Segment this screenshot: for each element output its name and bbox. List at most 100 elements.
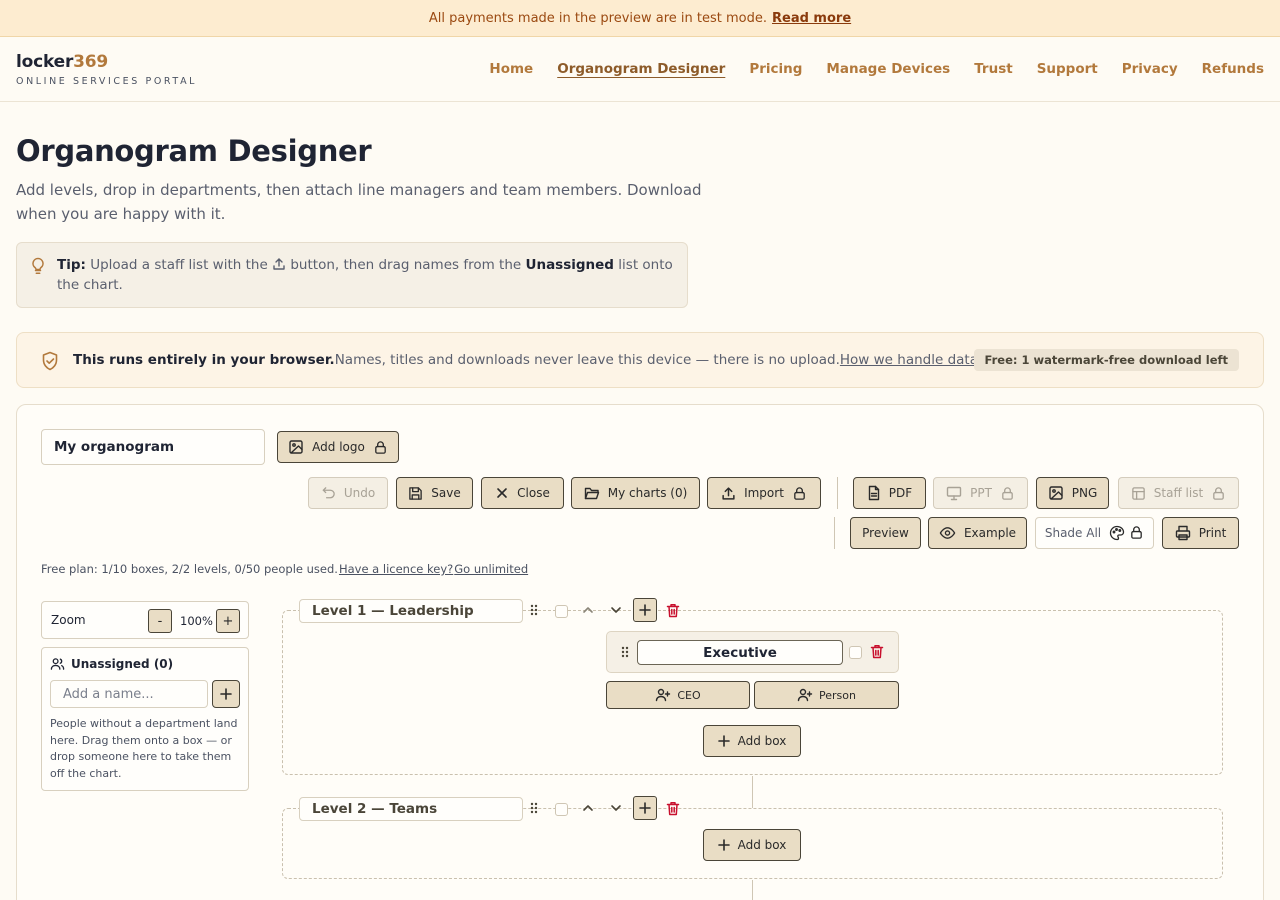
add-logo-label: Add logo	[312, 440, 365, 454]
tip-text-1: Upload a staff list with the	[90, 257, 268, 273]
go-unlimited-link[interactable]: Go unlimited	[454, 562, 528, 576]
drag-handle-icon[interactable]	[529, 603, 539, 617]
nav-pricing[interactable]: Pricing	[749, 61, 802, 77]
add-ceo-button[interactable]: CEO	[606, 681, 750, 709]
banner-text: All payments made in the preview are in …	[428, 10, 767, 26]
main-nav: Home Organogram Designer Pricing Manage …	[489, 61, 1264, 77]
chart-name-input[interactable]	[41, 429, 265, 465]
zoom-out-button[interactable]: -	[148, 609, 172, 633]
nav-trust[interactable]: Trust	[974, 61, 1012, 77]
shade-all-button[interactable]: Shade All	[1035, 517, 1154, 549]
user-plus-icon	[655, 688, 671, 702]
staff-list-button[interactable]: Staff list	[1118, 477, 1239, 509]
add-person-button[interactable]: Person	[754, 681, 899, 709]
department-box[interactable]: Executive	[606, 631, 899, 673]
site-logo[interactable]: locker369 ONLINE SERVICES PORTAL	[16, 52, 197, 87]
close-button[interactable]: Close	[481, 477, 564, 509]
designer-card: Add logo Undo Save Close My charts (0) I…	[16, 404, 1264, 900]
box-select-checkbox[interactable]	[849, 646, 862, 659]
import-button[interactable]: Import	[707, 477, 821, 509]
folder-icon	[584, 486, 600, 501]
nav-privacy[interactable]: Privacy	[1122, 61, 1178, 77]
level-select-checkbox[interactable]	[555, 605, 568, 618]
drag-handle-icon[interactable]	[620, 645, 630, 659]
add-box-label: Add box	[737, 838, 787, 852]
users-icon	[50, 657, 65, 671]
tip-label: Tip:	[57, 257, 86, 273]
privacy-body: Names, titles and downloads never leave …	[334, 352, 840, 368]
pdf-button[interactable]: PDF	[853, 477, 926, 509]
licence-key-link[interactable]: Have a licence key?	[339, 562, 453, 576]
page-title: Organogram Designer	[16, 134, 372, 168]
nav-support[interactable]: Support	[1037, 61, 1098, 77]
privacy-notice: This runs entirely in your browser.Names…	[16, 332, 1264, 388]
unassigned-panel[interactable]: Unassigned (0) People without a departme…	[41, 647, 249, 791]
my-charts-button[interactable]: My charts (0)	[571, 477, 700, 509]
add-name-input[interactable]	[50, 680, 208, 708]
zoom-label: Zoom	[51, 613, 86, 627]
free-download-badge: Free: 1 watermark-free download left	[973, 349, 1239, 371]
example-label: Example	[963, 526, 1017, 540]
chevron-up-icon[interactable]	[581, 603, 595, 617]
lock-icon	[1211, 486, 1226, 501]
add-level-button[interactable]	[633, 598, 657, 622]
undo-label: Undo	[343, 486, 376, 500]
add-level-button[interactable]	[633, 796, 657, 820]
trash-icon[interactable]	[870, 644, 884, 659]
add-box-button[interactable]: Add box	[703, 725, 801, 757]
table-icon	[1131, 486, 1146, 501]
toolbar-divider	[837, 477, 838, 509]
tip-unassigned: Unassigned	[525, 257, 614, 273]
lock-icon	[1000, 486, 1015, 501]
add-name-button[interactable]	[212, 680, 240, 708]
png-button[interactable]: PNG	[1036, 477, 1109, 509]
zoom-in-button[interactable]: +	[216, 609, 240, 633]
logo-accent-text: 369	[73, 52, 109, 72]
presentation-icon	[946, 486, 962, 501]
trash-icon[interactable]	[666, 603, 680, 618]
printer-icon	[1175, 525, 1191, 541]
plan-usage: Free plan: 1/10 boxes, 2/2 levels, 0/50 …	[41, 562, 528, 576]
drag-handle-icon[interactable]	[529, 801, 539, 815]
add-logo-button[interactable]: Add logo	[277, 431, 399, 463]
save-icon	[408, 486, 423, 501]
document-icon	[867, 485, 881, 501]
plan-usage-text: Free plan: 1/10 boxes, 2/2 levels, 0/50 …	[41, 562, 338, 576]
level-name-field[interactable]: Level 1 — Leadership	[299, 599, 523, 623]
chevron-up-icon[interactable]	[581, 801, 595, 815]
level-select-checkbox[interactable]	[555, 803, 568, 816]
save-button[interactable]: Save	[396, 477, 473, 509]
chevron-down-icon[interactable]	[609, 603, 623, 617]
ceo-label: CEO	[677, 688, 701, 702]
preview-button[interactable]: Preview	[850, 517, 921, 549]
print-label: Print	[1198, 526, 1227, 540]
level-connector	[752, 880, 753, 900]
save-label: Save	[431, 486, 461, 500]
trash-icon[interactable]	[666, 801, 680, 816]
print-button[interactable]: Print	[1162, 517, 1239, 549]
read-more-link[interactable]: Read more	[772, 11, 851, 26]
nav-refunds[interactable]: Refunds	[1202, 61, 1264, 77]
tip-text-2: button, then drag names from the	[290, 257, 522, 273]
ppt-label: PPT	[970, 486, 992, 500]
unassigned-title: Unassigned (0)	[71, 657, 174, 671]
undo-button[interactable]: Undo	[308, 477, 388, 509]
chevron-down-icon[interactable]	[609, 801, 623, 815]
upload-icon	[272, 257, 286, 271]
palette-icon	[1109, 525, 1125, 541]
undo-icon	[321, 486, 336, 501]
level-name-field[interactable]: Level 2 — Teams	[299, 797, 523, 821]
pdf-label: PDF	[888, 486, 913, 500]
how-we-handle-data-link[interactable]: How we handle data	[840, 352, 978, 368]
nav-home[interactable]: Home	[489, 61, 533, 77]
nav-manage-devices[interactable]: Manage Devices	[826, 61, 950, 77]
add-box-button[interactable]: Add box	[703, 829, 801, 861]
department-name-field[interactable]: Executive	[637, 640, 843, 665]
zoom-control: Zoom - 100% +	[41, 601, 249, 639]
example-button[interactable]: Example	[928, 517, 1027, 549]
ppt-button[interactable]: PPT	[933, 477, 1028, 509]
user-plus-icon	[797, 688, 813, 702]
lock-icon	[792, 486, 807, 501]
nav-organogram-designer[interactable]: Organogram Designer	[557, 61, 725, 77]
test-mode-banner: All payments made in the preview are in …	[0, 0, 1280, 37]
